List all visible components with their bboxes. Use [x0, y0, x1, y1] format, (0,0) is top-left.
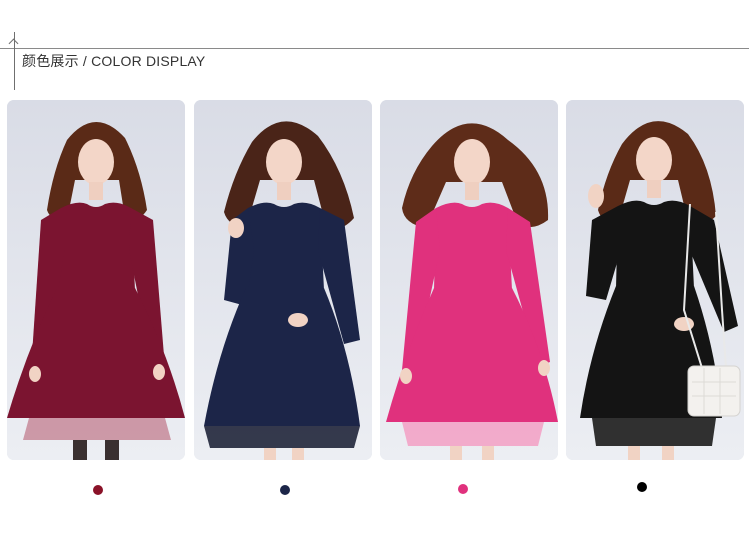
- header-corner-mark: [8, 38, 19, 49]
- color-swatch-navy[interactable]: [280, 485, 290, 495]
- section-title-cn: 颜色展示: [22, 53, 79, 69]
- product-image-black[interactable]: [566, 100, 744, 460]
- product-image-navy[interactable]: [194, 100, 372, 460]
- color-swatch-black[interactable]: [637, 482, 647, 492]
- section-title: 颜色展示 / COLOR DISPLAY: [22, 51, 205, 71]
- product-image-wine[interactable]: [7, 100, 185, 460]
- product-image-rose[interactable]: [380, 100, 558, 460]
- dress-illustration: [7, 100, 185, 460]
- dress-illustration: [194, 100, 372, 460]
- section-title-separator: /: [78, 53, 92, 69]
- dress-illustration: [380, 100, 558, 460]
- section-header: 颜色展示 / COLOR DISPLAY: [0, 0, 749, 90]
- color-swatch-rose[interactable]: [458, 484, 468, 494]
- dress-illustration: [566, 100, 744, 460]
- section-title-en: COLOR DISPLAY: [91, 53, 206, 69]
- header-divider: [0, 48, 749, 49]
- color-swatch-wine[interactable]: [93, 485, 103, 495]
